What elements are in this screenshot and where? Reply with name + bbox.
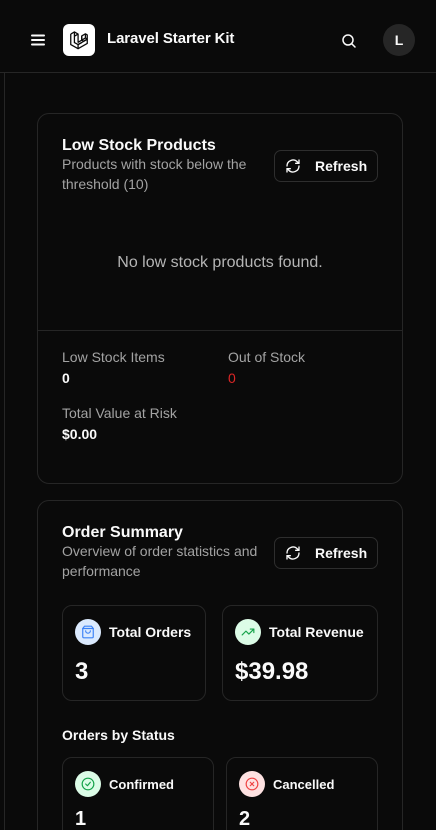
laravel-logo-icon bbox=[70, 31, 88, 50]
status-label: Cancelled bbox=[273, 777, 335, 792]
total-revenue-label: Total Revenue bbox=[269, 624, 364, 640]
revenue-icon-badge bbox=[235, 619, 261, 645]
refresh-icon bbox=[286, 159, 300, 173]
total-value-at-risk-value: $0.00 bbox=[62, 426, 98, 442]
status-card-cancelled: Cancelled 2 bbox=[226, 757, 378, 830]
order-summary-card: Order Summary Overview of order statisti… bbox=[37, 500, 403, 830]
refresh-label: Refresh bbox=[315, 158, 368, 174]
total-value-at-risk-label: Total Value at Risk bbox=[62, 405, 177, 421]
low-stock-items-value: 0 bbox=[62, 370, 70, 386]
orders-icon-badge bbox=[75, 619, 101, 645]
status-count: 1 bbox=[75, 808, 87, 830]
search-button[interactable] bbox=[336, 28, 362, 54]
total-orders-value: 3 bbox=[75, 658, 89, 685]
refresh-icon bbox=[286, 546, 300, 560]
x-circle-icon bbox=[245, 777, 259, 791]
user-avatar[interactable]: L bbox=[383, 24, 415, 56]
trending-up-icon bbox=[241, 628, 255, 636]
total-revenue-card: Total Revenue $39.98 bbox=[222, 605, 378, 701]
empty-state-message: No low stock products found. bbox=[117, 254, 323, 271]
order-summary-refresh-button[interactable]: Refresh bbox=[274, 537, 378, 569]
low-stock-items-label: Low Stock Items bbox=[62, 349, 165, 365]
low-stock-card: Low Stock Products Products with stock b… bbox=[37, 113, 403, 484]
status-label: Confirmed bbox=[109, 777, 174, 792]
top-bar: Laravel Starter Kit L bbox=[0, 0, 436, 73]
total-revenue-value: $39.98 bbox=[235, 658, 309, 685]
card-divider bbox=[38, 330, 402, 331]
low-stock-title: Low Stock Products bbox=[62, 137, 216, 154]
low-stock-description: Products with stock below the threshold … bbox=[62, 156, 247, 192]
order-summary-description: Overview of order statistics and perform… bbox=[62, 543, 258, 579]
search-icon bbox=[342, 34, 356, 48]
total-orders-card: Total Orders 3 bbox=[62, 605, 206, 701]
app-logo[interactable] bbox=[63, 24, 95, 56]
menu-button[interactable] bbox=[26, 28, 50, 52]
cancelled-icon-badge bbox=[239, 771, 265, 797]
check-circle-icon bbox=[81, 777, 95, 791]
status-count: 2 bbox=[239, 808, 251, 830]
out-of-stock-label: Out of Stock bbox=[228, 349, 306, 365]
out-of-stock-value: 0 bbox=[228, 370, 236, 386]
menu-icon bbox=[31, 34, 45, 46]
sidebar-divider bbox=[4, 73, 5, 830]
shopping-bag-icon bbox=[82, 625, 94, 639]
confirmed-icon-badge bbox=[75, 771, 101, 797]
status-card-confirmed: Confirmed 1 bbox=[62, 757, 214, 830]
orders-by-status-heading: Orders by Status bbox=[62, 727, 175, 743]
refresh-label: Refresh bbox=[315, 545, 368, 561]
low-stock-refresh-button[interactable]: Refresh bbox=[274, 150, 378, 182]
order-summary-title: Order Summary bbox=[62, 524, 183, 541]
app-title: Laravel Starter Kit bbox=[107, 30, 235, 47]
total-orders-label: Total Orders bbox=[109, 624, 192, 640]
